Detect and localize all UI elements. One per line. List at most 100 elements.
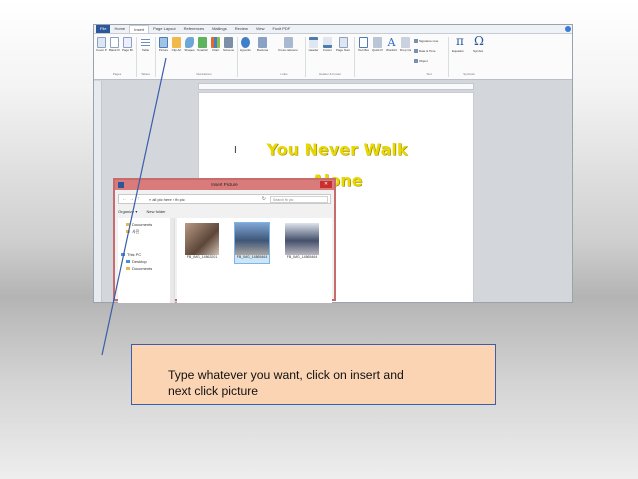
tab-review[interactable]: Review [231,25,252,33]
drop-cap-icon [401,37,410,48]
blank-page-icon [110,37,119,48]
insert-picture-dialog: Insert Picture ✕ ← → ↑ « all pic here › … [113,178,336,303]
organize-button[interactable]: Organize ▾ [118,209,137,214]
group-label-pages: Pages [112,72,122,76]
page-break-button[interactable]: Page Break [122,37,133,53]
word-app-icon [118,182,124,188]
callout-text-line-2: next click picture [168,384,259,398]
tab-home[interactable]: Home [110,25,129,33]
tab-insert[interactable]: Insert [129,25,150,33]
nav-item-photos[interactable]: 사진 [126,229,139,235]
instruction-callout: Type whatever you want, click on insert … [131,344,496,405]
photo-thumbnail [235,223,269,255]
slide: File Home Insert Page Layout References … [0,0,638,479]
table-button[interactable]: Table [140,37,151,53]
back-arrow-icon[interactable]: ← [122,195,127,204]
hyperlink-button[interactable]: Hyperlink [240,37,251,53]
date-time-icon [414,49,418,54]
nav-item-this-pc[interactable]: This PC [121,252,141,257]
quick-parts-icon [373,37,382,48]
nav-item-desktop[interactable]: Desktop [126,259,147,264]
pc-icon [121,253,125,257]
photo-thumbnail [185,223,219,255]
blank-page-button[interactable]: Blank Page [109,37,120,53]
equation-button[interactable]: π [456,34,464,48]
tab-foxit-pdf[interactable]: Foxit PDF [268,25,294,33]
page-number-icon [338,37,348,48]
tab-mailings[interactable]: Mailings [208,25,231,33]
header-icon [309,37,318,48]
group-separator [448,37,449,77]
help-icon[interactable] [565,26,571,32]
smartart-button[interactable]: SmartArt [197,37,208,53]
picture-button[interactable]: Picture [158,37,169,53]
folder-icon [126,260,130,264]
wordart-button[interactable]: A WordArt [386,37,397,53]
breadcrumb[interactable]: « all pic here › fb pic [149,195,185,204]
group-separator [155,37,156,77]
drop-cap-button[interactable]: Drop Cap [400,37,411,53]
object-icon [414,59,418,64]
forward-arrow-icon[interactable]: → [129,195,134,204]
object-button[interactable]: Object [414,59,428,64]
footer-button[interactable]: Footer [322,37,333,53]
ribbon-tabs: File Home Insert Page Layout References … [94,25,572,34]
signature-line-button[interactable]: Signature Line [414,39,438,44]
shapes-button[interactable]: Shapes [184,37,195,53]
clip-art-icon [172,37,181,48]
bookmark-button[interactable]: Bookmark [257,37,268,53]
search-input[interactable]: Search fb pic [270,196,328,203]
bookmark-icon [258,37,267,48]
group-label-text: Text [426,72,432,76]
screenshot-icon [224,37,233,48]
chart-button[interactable]: Chart [210,37,221,53]
screenshot-button[interactable]: Screenshot [223,37,234,53]
text-box-icon [359,37,368,48]
new-folder-button[interactable]: New folder [146,209,165,214]
dialog-titlebar: Insert Picture ✕ [115,180,334,190]
up-arrow-icon[interactable]: ↑ [137,195,140,204]
callout-text: Type whatever you want, click on insert … [168,367,468,399]
cover-page-icon [97,37,106,48]
group-separator [237,37,238,77]
date-time-button[interactable]: Date & Time [414,49,436,54]
text-box-button[interactable]: Text Box [358,37,369,53]
folder-icon [126,223,130,227]
cross-reference-button[interactable]: Cross-reference [278,37,298,53]
tab-file[interactable]: File [96,25,111,33]
ribbon-insert: Cover Page Blank Page Page Break Pages T… [94,34,572,80]
navigation-pane: Documents 사진 This PC Desktop Documents [118,218,175,303]
hyperlink-icon [241,37,250,48]
scrollbar[interactable] [170,218,174,303]
page-number-button[interactable]: Page Number [336,37,350,53]
shapes-icon [185,37,194,48]
signature-line-icon [414,39,418,44]
nav-item-documents-pc[interactable]: Documents [126,266,152,271]
refresh-icon[interactable]: ↻ [262,195,266,204]
group-label-links: Links [280,72,288,76]
page-break-icon [123,37,132,48]
file-item-selected[interactable]: FB_IMG_14865464 [234,222,270,264]
tab-references[interactable]: References [180,25,208,33]
symbol-button[interactable]: Ω [474,34,484,48]
group-label-symbols: Symbols [463,72,475,76]
cover-page-button[interactable]: Cover Page [96,37,107,53]
group-separator [305,37,306,77]
group-label-illustrations: Illustrations [196,72,212,76]
symbol-label: Symbol [473,49,484,53]
address-bar[interactable]: ← → ↑ « all pic here › fb pic ↻ Search f… [118,194,331,204]
equation-label: Equation [452,49,464,53]
clip-art-button[interactable]: Clip Art [171,37,182,53]
quick-parts-button[interactable]: Quick Parts [372,37,383,53]
table-icon [141,37,150,48]
nav-item-documents[interactable]: Documents [126,222,152,227]
picture-icon [159,37,168,48]
file-item[interactable]: FB_IMG_14865464 [285,223,319,263]
header-button[interactable]: Header [308,37,319,53]
file-item[interactable]: FB_IMG_14863201 [185,223,219,263]
tab-page-layout[interactable]: Page Layout [149,25,179,33]
close-button[interactable]: ✕ [320,181,332,188]
tab-view[interactable]: View [252,25,269,33]
dialog-toolbar: Organize ▾ New folder [118,207,331,216]
vertical-ruler [94,81,102,302]
